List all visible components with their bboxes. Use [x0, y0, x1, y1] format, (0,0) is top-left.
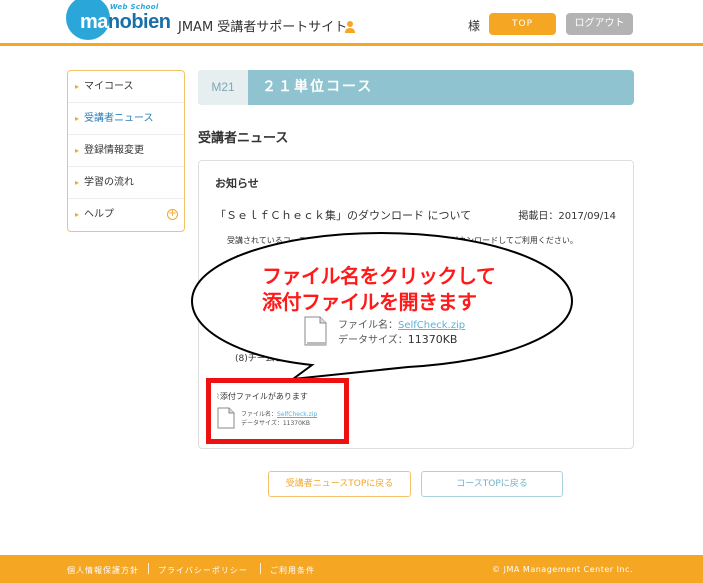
- user-icon: [345, 21, 355, 33]
- attachment-file-link[interactable]: SelfCheck.zip: [277, 411, 317, 418]
- size-value: 11370KB: [282, 420, 310, 427]
- file-name-label: ファイル名：: [338, 320, 398, 331]
- file-name-label: ファイル名：: [241, 411, 278, 418]
- chevron-right-icon: ▸: [75, 146, 80, 155]
- size-value: 11370KB: [407, 333, 458, 346]
- copyright: © JMA Management Center Inc.: [492, 565, 633, 574]
- header: Jmam Web School manobien JMAM 受講者サポートサイト…: [0, 0, 703, 46]
- callout-line: 添付ファイルを開きます: [262, 290, 477, 314]
- back-to-news-top-button[interactable]: 受講者ニュースTOPに戻る: [268, 471, 411, 497]
- page-title: 受講者ニュース: [198, 131, 289, 146]
- file-icon: [217, 407, 235, 429]
- attachment-highlight: ⌇添付ファイルがあります ファイル名：SelfCheck.zip データサイズ：…: [206, 378, 349, 444]
- list-item: (7): [235, 337, 248, 347]
- user-name-suffix: 様: [468, 19, 481, 33]
- callout-size-row: データサイズ：11370KB: [338, 331, 457, 346]
- size-label: データサイズ：: [241, 420, 283, 427]
- notice-label: お知らせ: [215, 177, 259, 190]
- top-button[interactable]: TOP: [489, 13, 556, 35]
- plus-icon[interactable]: +: [167, 209, 178, 220]
- news-title: 「ＳｅｌｆＣｈｅｃｋ集」のダウンロード について: [215, 209, 472, 222]
- course-banner: M21 ２１単位コース: [198, 70, 634, 105]
- footer-divider: [148, 563, 149, 574]
- logo-word-part: ma: [80, 11, 108, 33]
- sidebar-item-profile[interactable]: ▸ 登録情報変更: [68, 135, 184, 167]
- attachment-title: ⌇添付ファイルがあります: [216, 391, 308, 402]
- file-icon: [304, 316, 327, 346]
- logout-button[interactable]: ログアウト: [566, 13, 633, 35]
- attachment-file-row: ファイル名：SelfCheck.zip: [241, 409, 317, 418]
- sidebar-item-label: 登録情報変更: [84, 145, 144, 156]
- chevron-right-icon: ▸: [75, 178, 80, 187]
- news-date: 掲載日：2017/09/14: [518, 211, 616, 222]
- sidebar-item-label: マイコース: [84, 81, 134, 92]
- back-to-course-top-button[interactable]: コースTOPに戻る: [421, 471, 563, 497]
- attachment-title-text: 添付ファイルがあります: [219, 392, 308, 401]
- sidebar-item-my-course[interactable]: ▸ マイコース: [68, 71, 184, 103]
- size-label: データサイズ：: [338, 335, 408, 346]
- chevron-right-icon: ▸: [75, 210, 80, 219]
- logo-word-part: nobien: [107, 11, 171, 33]
- chevron-right-icon: ▸: [75, 82, 80, 91]
- sidebar-item-label: 受講者ニュース: [84, 113, 154, 124]
- course-name: ２１単位コース: [262, 79, 374, 95]
- footer-link-privacy-policy[interactable]: 個人情報保護方針: [67, 565, 139, 576]
- attachment-size-row: データサイズ：11370KB: [241, 418, 310, 427]
- sidebar-item-label: ヘルプ: [84, 209, 114, 220]
- sidebar-nav: ▸ マイコース ▸ 受講者ニュース ▸ 登録情報変更 ▸ 学習の流れ ▸ ヘルプ +: [67, 70, 185, 232]
- logo-tagline: Jmam Web School: [84, 3, 159, 11]
- sidebar-item-news[interactable]: ▸ 受講者ニュース: [68, 103, 184, 135]
- sidebar-item-learning-flow[interactable]: ▸ 学習の流れ: [68, 167, 184, 199]
- file-link[interactable]: SelfCheck.zip: [398, 320, 465, 331]
- sidebar-item-help[interactable]: ▸ ヘルプ +: [68, 199, 184, 231]
- logo[interactable]: manobien: [80, 11, 171, 34]
- footer-divider: [260, 563, 261, 574]
- callout-file-row: ファイル名：SelfCheck.zip: [338, 316, 465, 331]
- sidebar-item-label: 学習の流れ: [84, 177, 134, 188]
- list-item: (8)チームビル: [235, 354, 293, 364]
- footer-link-privacy[interactable]: プライバシーポリシー: [158, 565, 248, 576]
- callout-line: ファイル名をクリックして: [262, 264, 496, 288]
- site-title: JMAM 受講者サポートサイト: [178, 20, 348, 35]
- footer: 個人情報保護方針 プライバシーポリシー ご利用条件 © JMA Manageme…: [0, 555, 703, 583]
- course-code: M21: [198, 70, 248, 105]
- news-body: 受講されているコースのテキストに合わせ、以下のファイルをダウンロードしてご利用く…: [227, 236, 578, 245]
- footer-link-terms[interactable]: ご利用条件: [270, 565, 315, 576]
- chevron-right-icon: ▸: [75, 114, 80, 123]
